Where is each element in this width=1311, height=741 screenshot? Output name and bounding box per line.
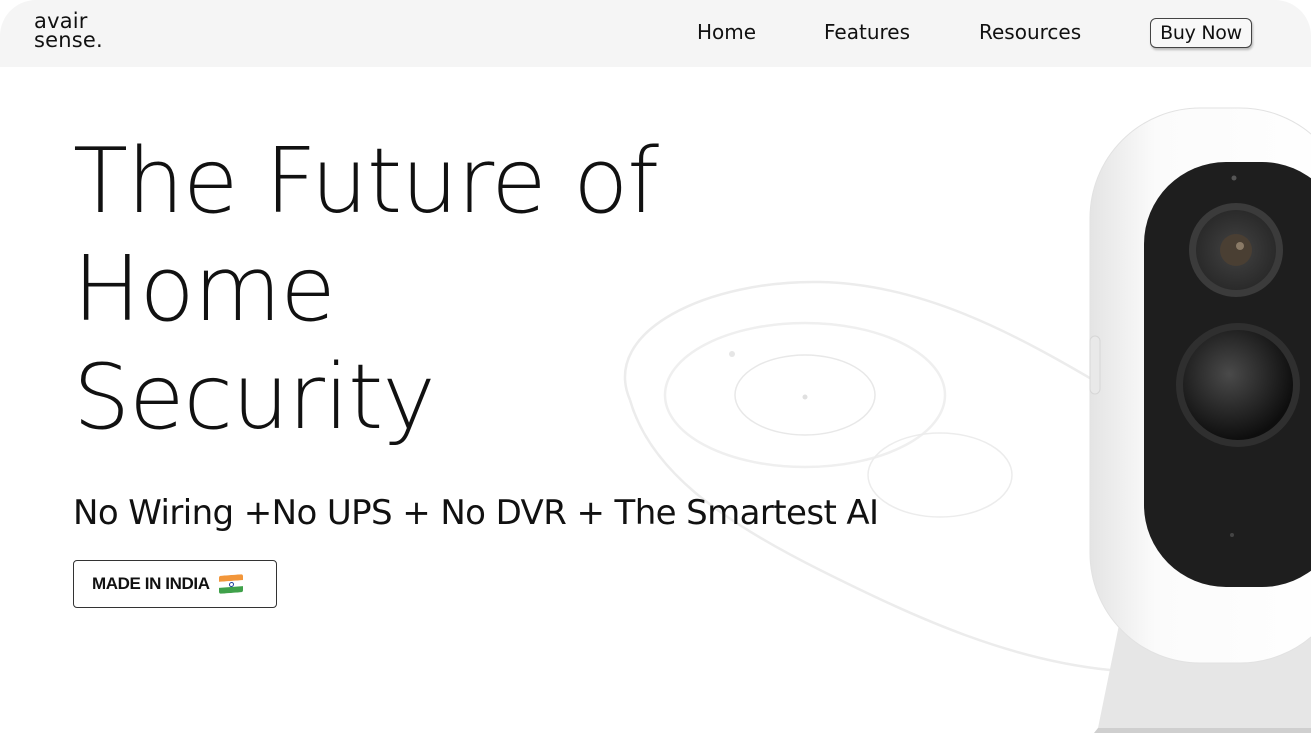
nav-resources-link[interactable]: Resources (979, 20, 1081, 44)
badge-label: MADE IN INDIA (92, 574, 210, 593)
hero-title-line-1: The Future of (73, 129, 659, 234)
hero-subtitle: No Wiring +No UPS + No DVR + The Smartes… (73, 493, 879, 533)
nav-features-link[interactable]: Features (824, 20, 910, 44)
logo[interactable]: avair sense. (34, 11, 103, 52)
hero-title-line-2: Home (73, 237, 336, 342)
hero-title-line-3: Security (73, 345, 436, 450)
hero-title: The Future of Home Security (73, 128, 659, 452)
nav-home-link[interactable]: Home (697, 20, 756, 44)
india-flag-icon (218, 574, 243, 594)
made-in-india-badge: MADE IN INDIA (73, 560, 277, 608)
logo-line-2: sense. (34, 28, 103, 52)
security-camera-image (1089, 107, 1311, 733)
background-rings-decoration (623, 280, 1111, 672)
buy-now-button[interactable]: Buy Now (1150, 18, 1252, 48)
site-header: avair sense. Home Features Resources Buy… (0, 0, 1311, 67)
page: avair sense. Home Features Resources Buy… (0, 0, 1311, 741)
